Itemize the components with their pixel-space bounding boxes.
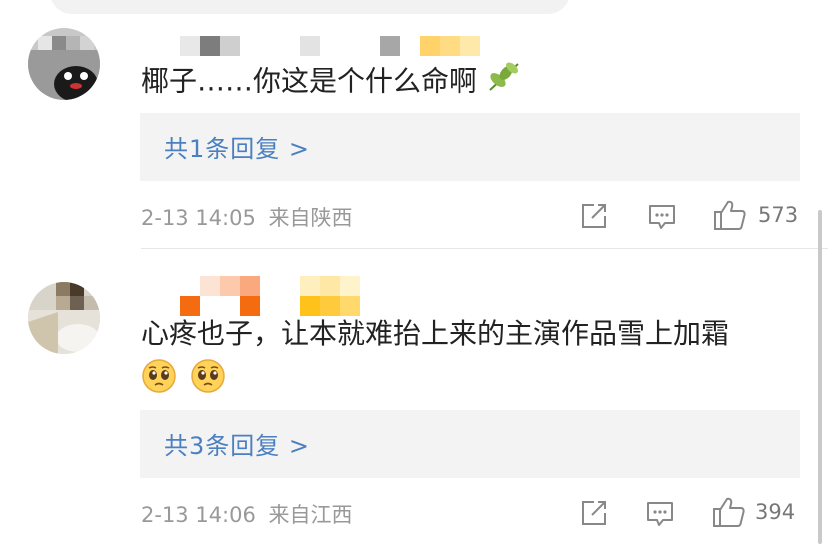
share-icon [582, 204, 606, 228]
like-count: 394 [755, 500, 796, 524]
comment-icon [647, 502, 673, 526]
location: 来自江西 [268, 503, 353, 527]
comment-text: 椰子……你这是个什么命啊 [141, 60, 522, 105]
pleading-face-icon [141, 358, 177, 405]
comment-text-content: 心疼也子，让本就难抬上来的主演作品雪上加霜 [141, 317, 730, 350]
comment-icon [649, 205, 675, 229]
comment-text: 心疼也子，让本就难抬上来的主演作品雪上加霜 [141, 314, 801, 405]
comment-divider [141, 248, 828, 249]
comment-button[interactable] [648, 203, 676, 235]
view-replies-link[interactable]: 共3条回复 > [164, 426, 310, 461]
like-count: 573 [758, 203, 799, 227]
comment-button[interactable] [646, 500, 674, 532]
previous-reply-bubble [50, 0, 570, 14]
view-replies-link[interactable]: 共1条回复 > [164, 129, 310, 164]
timestamp: 2-13 14:05 [141, 206, 256, 230]
share-button[interactable] [580, 202, 608, 234]
like-button[interactable] [713, 199, 747, 235]
like-button[interactable] [712, 496, 746, 532]
leaf-emoji-icon [486, 60, 522, 105]
location: 来自陕西 [268, 206, 353, 230]
scrollbar[interactable] [818, 210, 822, 544]
avatar[interactable] [28, 282, 100, 354]
comment-text-content: 椰子……你这是个什么命啊 [141, 64, 478, 98]
thumbs-up-icon [714, 200, 746, 230]
replies-box[interactable]: 共3条回复 > [140, 410, 800, 478]
thumbs-up-icon [713, 497, 745, 527]
avatar[interactable] [28, 28, 100, 100]
comment-meta: 2-13 14:06 来自江西 [141, 499, 353, 529]
share-icon [582, 501, 606, 525]
timestamp: 2-13 14:06 [141, 503, 256, 527]
pleading-face-icon [190, 358, 226, 405]
username-mosaic[interactable] [180, 36, 480, 58]
comment-meta: 2-13 14:05 来自陕西 [141, 202, 353, 232]
share-button[interactable] [580, 499, 608, 531]
username-mosaic[interactable] [180, 276, 380, 316]
replies-box[interactable]: 共1条回复 > [140, 113, 800, 181]
